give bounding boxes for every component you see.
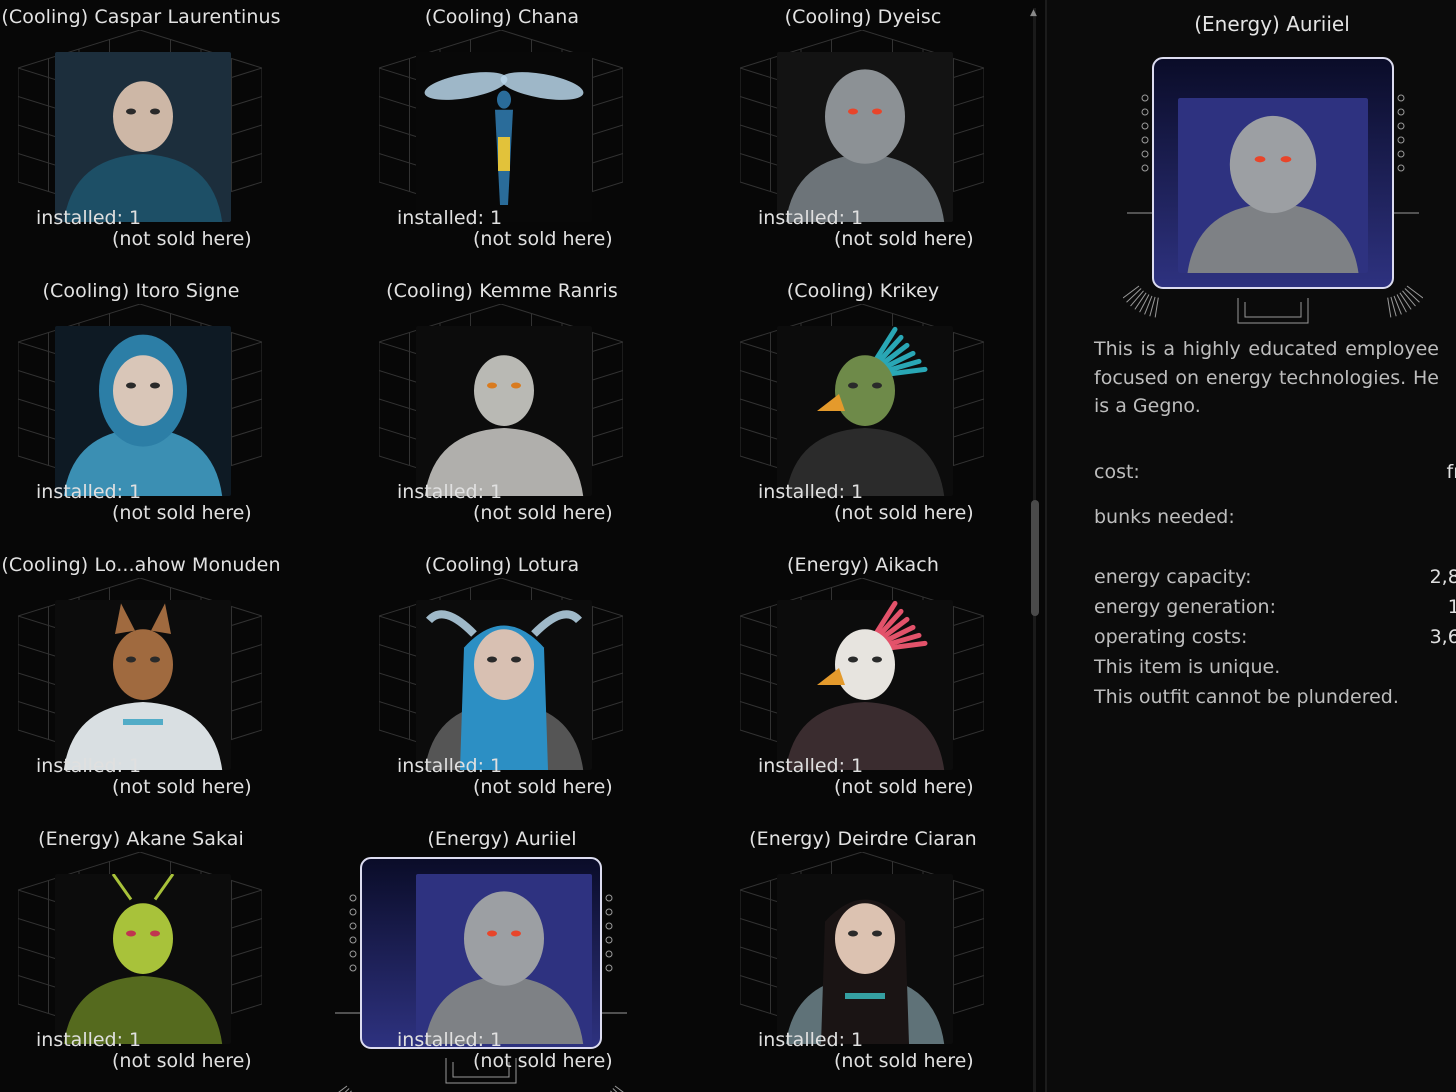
sale-status: (not sold here) [473,776,613,798]
outfit-card[interactable]: (Energy) Akane Sakai installed: 1 (not sol… [0,822,360,1092]
sale-status: (not sold here) [473,228,613,250]
operating-costs-label: operating costs: [1094,626,1248,648]
dark-haired-woman-portrait [777,874,953,1044]
sale-status: (not sold here) [834,502,974,524]
cost-value: free [1446,461,1456,483]
installed-count: installed: 1 [397,481,503,503]
detail-title: (Energy) Auriiel [1194,12,1350,36]
gray-brute-portrait [416,874,592,1044]
installed-count: installed: 1 [397,207,503,229]
outfit-card[interactable]: (Energy) Auriiel installed: 1 (not sold he… [335,822,721,1092]
outfit-title: (Cooling) Krikey [786,280,940,302]
installed-count: installed: 1 [758,1029,864,1051]
scroll-up-arrow-icon[interactable]: ▲ [1030,8,1037,18]
outfit-title: (Cooling) Lo...ahow Monuden [1,554,281,576]
energy-capacity-value: 2,800 [1429,566,1456,588]
energy-generation-value: 165 [1447,596,1456,618]
outfit-title: (Energy) Deirdre Ciaran [749,828,977,850]
installed-count: installed: 1 [758,481,864,503]
detail-portrait-image [1178,98,1368,273]
outfit-title: (Energy) Akane Sakai [38,828,244,850]
installed-count: installed: 1 [36,207,142,229]
outfit-title: (Cooling) Itoro Signe [42,280,240,302]
outfit-title: (Cooling) Kemme Ranris [386,280,618,302]
sale-status: (not sold here) [834,776,974,798]
detail-panel: (Energy) Auriiel This is a highly educat… [1047,0,1456,1092]
energy-capacity-row: energy capacity: 2,800 [1094,566,1456,588]
mantis-portrait [55,874,231,1044]
sale-status: (not sold here) [112,776,252,798]
sale-status: (not sold here) [112,502,252,524]
horned-woman-portrait [416,600,592,770]
gray-brute-portrait [777,52,953,222]
scrollbar[interactable]: ▲ [1030,8,1040,1092]
outfit-card[interactable]: (Cooling) Lo...ahow Monuden installed: 1(… [0,548,360,822]
outfit-card[interactable]: (Cooling) Krikey installed: 1 (not sold he… [722,274,1030,548]
bunks-label: bunks needed: [1094,506,1235,528]
outfit-card[interactable]: (Cooling) Kemme Ranris installed: 1 (not s… [361,274,721,548]
unique-note: This item is unique. [1094,656,1281,678]
outfit-title: (Cooling) Caspar Laurentinus [1,6,281,28]
sale-status: (not sold here) [473,502,613,524]
bird-portrait [777,326,953,496]
sale-status: (not sold here) [473,1050,613,1072]
outfit-card[interactable]: (Energy) Aikach installed: 1 (not sold her… [722,548,1030,822]
plunder-note: This outfit cannot be plundered. [1094,686,1399,708]
detail-description: This is a highly educated employee focus… [1094,338,1439,417]
cost-label: cost: [1094,461,1140,483]
bird-red-crest-portrait [777,600,953,770]
energy-capacity-label: energy capacity: [1094,566,1252,588]
scrollbar-thumb[interactable] [1031,500,1039,616]
outfit-title: (Energy) Auriiel [427,828,577,850]
outfit-title: (Cooling) Lotura [424,554,580,576]
installed-count: installed: 1 [397,755,503,777]
installed-count: installed: 1 [36,755,142,777]
bunks-row: bunks needed: 1 [1094,506,1439,528]
outfit-card[interactable]: (Energy) Deirdre Ciaran installed: 1 (not … [722,822,1030,1092]
installed-count: installed: 1 [758,207,864,229]
installed-count: installed: 1 [36,1029,142,1051]
operating-costs-value: 3,600 [1429,626,1456,648]
energy-generation-row: energy generation: 165 [1094,596,1456,618]
outfit-grid: (Cooling) Caspar Laurentinus installed: 1… [0,0,1030,1092]
reptile-portrait [416,326,592,496]
squirrel-portrait [55,600,231,770]
sale-status: (not sold here) [112,228,252,250]
cost-row: cost: free [1094,461,1456,483]
installed-count: installed: 1 [36,481,142,503]
outfit-title: (Energy) Aikach [787,554,939,576]
outfit-card[interactable]: (Cooling) Itoro Signe installed: 1 (not so… [0,274,360,548]
insect-winged-portrait [416,52,592,222]
sale-status: (not sold here) [112,1050,252,1072]
detail-portrait [1123,57,1423,324]
operating-costs-row: operating costs: 3,600 [1094,626,1456,648]
outfit-card[interactable]: (Cooling) Lotura installed: 1 (not sold he… [361,548,721,822]
outfit-card[interactable]: (Cooling) Chana installed: 1 (not sold her… [361,0,721,274]
outfit-title: (Cooling) Dyeisc [784,6,942,28]
installed-count: installed: 1 [758,755,864,777]
hooded-woman-portrait [55,326,231,496]
sale-status: (not sold here) [834,228,974,250]
installed-count: installed: 1 [397,1029,503,1051]
sale-status: (not sold here) [834,1050,974,1072]
energy-generation-label: energy generation: [1094,596,1276,618]
human-male-portrait [55,52,231,222]
outfit-card[interactable]: (Cooling) Caspar Laurentinus installed: 1… [0,0,360,274]
outfit-title: (Cooling) Chana [424,6,580,28]
outfit-card[interactable]: (Cooling) Dyeisc installed: 1 (not sold he… [722,0,1030,274]
